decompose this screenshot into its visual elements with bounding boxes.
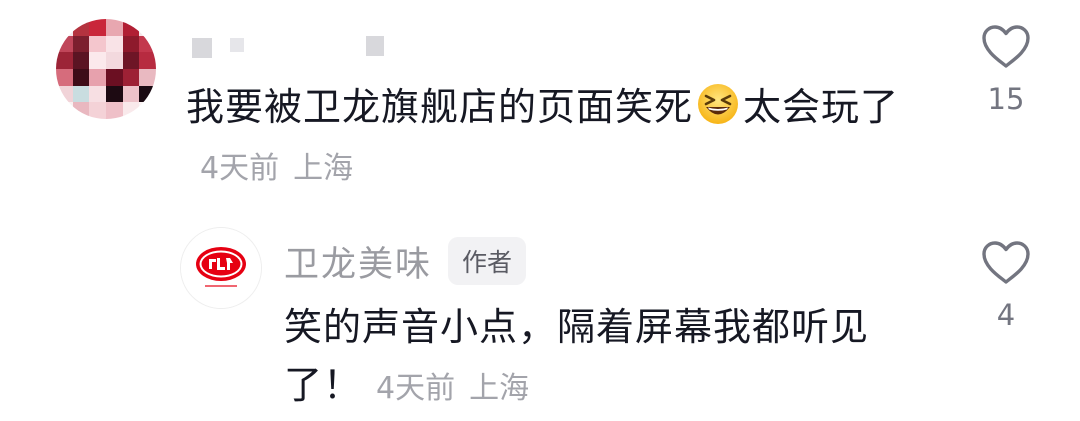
commenter-avatar-pixelated[interactable]	[56, 19, 156, 119]
main-comment-meta: 4天前 上海	[200, 151, 353, 186]
weilong-logo	[181, 228, 261, 308]
reply-comment-like-count: 4	[996, 298, 1016, 332]
reply-comment-meta: 4天前 上海	[376, 371, 529, 406]
heart-outline-icon[interactable]	[981, 24, 1031, 70]
heart-outline-icon[interactable]	[981, 240, 1031, 286]
main-comment-text-after-emoji: 太会玩了	[743, 85, 900, 129]
reply-comment-body[interactable]: 笑的声音小点，隔着屏幕我都听见了！ 4天前 上海	[284, 298, 924, 418]
reply-author-name[interactable]: 卫龙美味	[284, 236, 432, 287]
reply-comment-text: 笑的声音小点，隔着屏幕我都听见了！	[284, 305, 870, 407]
reply-comment-location: 上海	[469, 371, 530, 406]
main-comment-like[interactable]: 15	[966, 24, 1046, 116]
main-comment-time: 4天前	[200, 151, 280, 186]
reply-comment-time: 4天前	[376, 371, 456, 406]
main-comment-text: 我要被卫龙旗舰店的页面笑死	[186, 85, 694, 129]
main-comment-body[interactable]: 我要被卫龙旗舰店的页面笑死 太会玩了 4天前 上海	[186, 78, 926, 198]
reply-header: 卫龙美味 作者	[284, 236, 527, 287]
author-badge: 作者	[448, 237, 527, 285]
reply-author-avatar[interactable]	[180, 227, 262, 309]
commenter-username-redacted[interactable]	[192, 36, 392, 60]
main-comment-like-count: 15	[987, 82, 1025, 116]
reply-comment-like[interactable]: 4	[966, 240, 1046, 332]
main-comment-location: 上海	[293, 151, 354, 186]
grinning-squinting-face-emoji	[698, 84, 739, 124]
